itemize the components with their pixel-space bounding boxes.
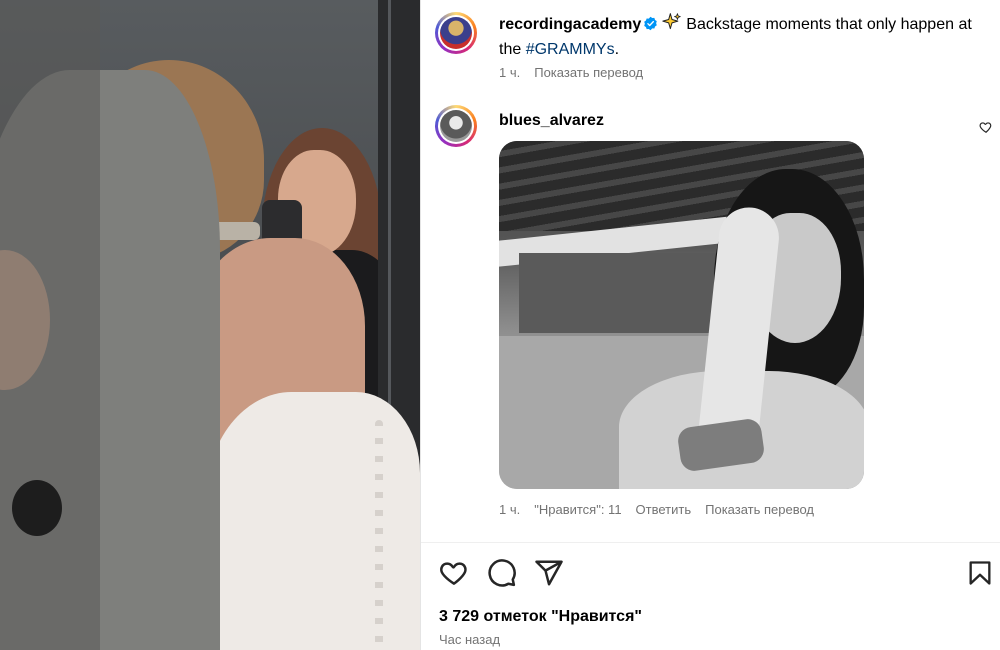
comment-bubble-icon[interactable]	[487, 558, 517, 593]
likes-count[interactable]: 3 729 отметок "Нравится"	[439, 608, 642, 626]
commenter-avatar[interactable]	[435, 105, 477, 147]
comment-image[interactable]	[499, 141, 864, 489]
dress-buttons	[375, 420, 383, 650]
post-caption: recordingacademy Backstage moments that o…	[499, 12, 989, 61]
comment-translate-button[interactable]: Показать перевод	[705, 502, 814, 517]
post-meta: 1 ч. Показать перевод	[499, 65, 657, 80]
post-media-image[interactable]	[0, 0, 420, 650]
post-time[interactable]: 1 ч.	[499, 65, 520, 80]
save-bookmark-icon[interactable]	[966, 558, 994, 593]
posted-time[interactable]: Час назад	[439, 632, 500, 647]
author-username[interactable]: recordingacademy	[499, 16, 641, 33]
white-dress	[206, 392, 420, 650]
comment-likes-count[interactable]: "Нравится": 11	[534, 502, 621, 517]
verified-badge-icon	[643, 16, 658, 38]
reply-button[interactable]: Ответить	[636, 502, 692, 517]
sparkles-icon	[662, 12, 682, 39]
caption-end: .	[614, 41, 620, 58]
author-avatar[interactable]	[435, 12, 477, 54]
hashtag-link[interactable]: #GRAMMYs	[526, 41, 615, 58]
commenter-username[interactable]: blues_alvarez	[499, 112, 604, 130]
lapel-microphone	[12, 480, 62, 536]
arena-wall	[519, 253, 729, 333]
like-heart-icon[interactable]	[439, 558, 469, 593]
comment-meta: 1 ч. "Нравится": 11 Ответить Показать перев…	[499, 502, 828, 517]
comment-time[interactable]: 1 ч.	[499, 502, 520, 517]
share-paper-plane-icon[interactable]	[534, 558, 564, 593]
comment-like-heart-icon[interactable]	[979, 120, 993, 139]
show-translation-button[interactable]: Показать перевод	[534, 65, 643, 80]
comments-panel: recordingacademy Backstage moments that o…	[420, 0, 1000, 650]
